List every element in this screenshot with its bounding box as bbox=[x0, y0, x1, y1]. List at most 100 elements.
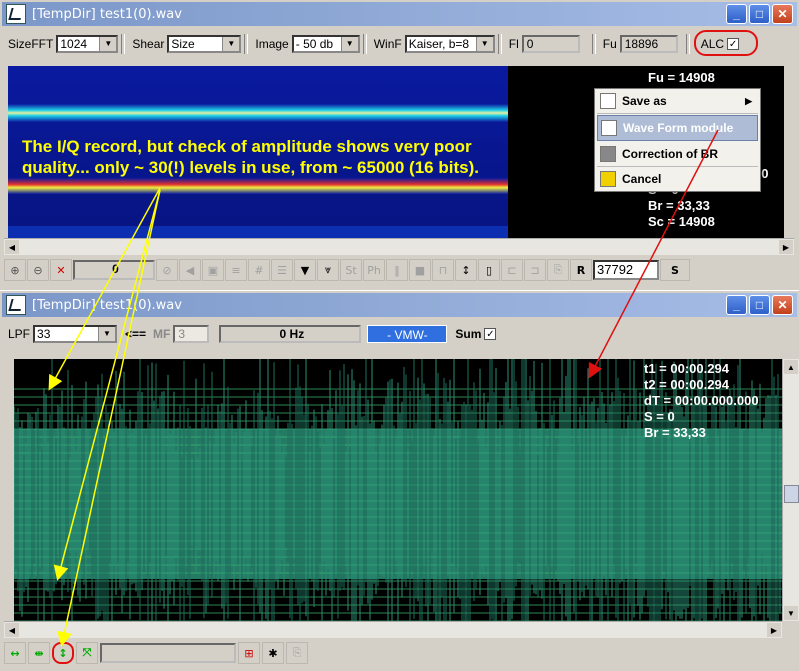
title-bar: [TempDir] test1(0).wav _ □ ✕ bbox=[2, 293, 797, 317]
context-menu: Save as ▶ Wave Form module Correction of… bbox=[594, 88, 761, 192]
chart-settings-icon[interactable]: ⊞ bbox=[238, 642, 260, 664]
scroll-right-icon[interactable]: ▶ bbox=[779, 240, 793, 254]
annotation-text: The I/Q record, but check of amplitude s… bbox=[22, 136, 479, 178]
divider bbox=[121, 34, 126, 54]
spectrum-window: [TempDir] test1(0).wav _ □ ✕ SizeFFT 102… bbox=[0, 0, 799, 284]
menu-item-correction-of-br[interactable]: Correction of BR bbox=[595, 142, 760, 166]
menu-item-cancel[interactable]: Cancel bbox=[595, 167, 760, 191]
s-button[interactable]: S bbox=[660, 259, 690, 281]
sum-checkbox[interactable]: ✓ bbox=[484, 328, 497, 340]
r-button[interactable]: R bbox=[570, 259, 592, 281]
grid-icon[interactable]: # bbox=[248, 259, 270, 281]
zoom-out-icon[interactable]: ⊖ bbox=[27, 259, 49, 281]
marker-down-icon[interactable]: ▼ bbox=[294, 259, 316, 281]
shear-value: Size bbox=[171, 37, 195, 51]
chevron-down-icon[interactable]: ▼ bbox=[475, 37, 493, 51]
steps-icon[interactable]: ⊐ bbox=[524, 259, 546, 281]
iqr-icon[interactable]: ▯ bbox=[478, 259, 500, 281]
scroll-up-icon[interactable]: ▲ bbox=[784, 360, 798, 374]
st-button[interactable]: St bbox=[340, 259, 362, 281]
fu-field[interactable]: 18896 bbox=[619, 35, 678, 53]
winf-label: WinF bbox=[373, 37, 402, 51]
zoom-in-icon[interactable]: ⊕ bbox=[4, 259, 26, 281]
image-select[interactable]: - 50 db ▼ bbox=[291, 35, 360, 53]
speaker-icon[interactable]: ◀ bbox=[179, 259, 201, 281]
vertical-scrollbar[interactable]: ▲ ▼ bbox=[782, 359, 799, 621]
scroll-right-icon[interactable]: ▶ bbox=[767, 623, 781, 637]
readout-br: Br = 33,33 bbox=[648, 198, 710, 213]
close-button[interactable]: ✕ bbox=[772, 4, 793, 24]
horizontal-scrollbar[interactable]: ◀ ▶ bbox=[4, 621, 782, 638]
comb-icon[interactable]: ‖ bbox=[386, 259, 408, 281]
minimize-button[interactable]: _ bbox=[726, 295, 747, 315]
annotation-line: The I/Q record, but check of amplitude s… bbox=[22, 137, 472, 156]
divider bbox=[362, 34, 367, 54]
compress-vertical-icon[interactable]: ⤧ bbox=[76, 642, 98, 664]
lines-icon[interactable]: ☰ bbox=[271, 259, 293, 281]
fl-field[interactable]: 0 bbox=[521, 35, 580, 53]
asterisk-icon[interactable]: ✱ bbox=[262, 642, 284, 664]
sizefft-value: 1024 bbox=[60, 37, 88, 51]
delete-icon[interactable]: ✕ bbox=[50, 259, 72, 281]
maximize-button[interactable]: □ bbox=[749, 4, 770, 24]
scroll-left-icon[interactable]: ◀ bbox=[5, 623, 19, 637]
waveform-panel[interactable]: t1 = 00:00.294 t2 = 00:00.294 dT = 00:00… bbox=[14, 359, 782, 621]
sum-label: Sum bbox=[455, 327, 482, 341]
scroll-thumb[interactable] bbox=[784, 485, 799, 503]
bracket-icon[interactable]: ⊏ bbox=[501, 259, 523, 281]
readout-t1: t1 = 00:00.294 bbox=[644, 361, 729, 376]
compress-horizontal-icon[interactable]: ⇹ bbox=[28, 642, 50, 664]
window-title: [TempDir] test1(0).wav bbox=[32, 297, 182, 313]
apply-arrow-label[interactable]: <== bbox=[125, 327, 146, 341]
expand-vertical-icon[interactable]: ↕ bbox=[52, 642, 74, 664]
scroll-left-icon[interactable]: ◀ bbox=[5, 240, 19, 254]
chevron-down-icon[interactable]: ▼ bbox=[99, 37, 117, 51]
cancel-icon bbox=[600, 171, 616, 187]
forbid-icon[interactable]: ⊘ bbox=[156, 259, 178, 281]
menu-item-wave-form-module[interactable]: Wave Form module bbox=[597, 115, 758, 141]
image-label: Image bbox=[255, 37, 289, 51]
minimize-button[interactable]: _ bbox=[726, 4, 747, 24]
close-button[interactable]: ✕ bbox=[772, 295, 793, 315]
lpf-select[interactable]: 33 ▼ bbox=[33, 325, 118, 343]
status-field bbox=[100, 643, 236, 663]
winf-select[interactable]: Kaiser, b=8 ▼ bbox=[404, 35, 495, 53]
winf-value: Kaiser, b=8 bbox=[408, 37, 470, 51]
chevron-down-icon[interactable]: ▼ bbox=[98, 327, 116, 341]
filter-icon[interactable]: ≡ bbox=[225, 259, 247, 281]
horizontal-scrollbar[interactable]: ◀ ▶ bbox=[4, 238, 794, 255]
menu-item-save-as[interactable]: Save as ▶ bbox=[595, 89, 760, 113]
chevron-down-icon[interactable]: ▼ bbox=[340, 37, 358, 51]
divider bbox=[244, 34, 249, 54]
frame-icon[interactable]: ▣ bbox=[202, 259, 224, 281]
stop-icon[interactable]: ■ bbox=[409, 259, 431, 281]
scroll-down-icon[interactable]: ▼ bbox=[784, 606, 798, 620]
save-icon bbox=[600, 93, 616, 109]
r-value-field[interactable]: 37792 bbox=[593, 260, 659, 280]
marker-multi-icon[interactable]: ⩔ bbox=[317, 259, 339, 281]
sort-icon[interactable]: ↕ bbox=[455, 259, 477, 281]
menu-item-label: Correction of BR bbox=[622, 147, 718, 161]
value-field: 0 bbox=[73, 260, 155, 280]
ph-button[interactable]: Ph bbox=[363, 259, 385, 281]
app-icon bbox=[6, 4, 26, 24]
divider bbox=[497, 34, 502, 54]
readout-t2: t2 = 00:00.294 bbox=[644, 377, 729, 392]
menu-divider bbox=[597, 113, 758, 114]
fu-label: Fu bbox=[602, 37, 617, 51]
vmw-button[interactable]: - VMW- bbox=[367, 325, 448, 343]
pulse-icon[interactable]: ⊓ bbox=[432, 259, 454, 281]
image-value: - 50 db bbox=[295, 37, 334, 51]
spectrum-iconbar: ⊕ ⊖ ✕ 0 ⊘ ◀ ▣ ≡ # ☰ ▼ ⩔ St Ph ‖ ■ ⊓ ↕ ▯ … bbox=[4, 258, 795, 282]
shear-select[interactable]: Size ▼ bbox=[167, 35, 242, 53]
export-icon[interactable]: ⎘ bbox=[547, 259, 569, 281]
readout-fu: Fu = 14908 bbox=[648, 70, 715, 85]
spectrum-toolbar: SizeFFT 1024 ▼ Shear Size ▼ Image - 50 d… bbox=[4, 31, 795, 57]
menu-item-label: Wave Form module bbox=[623, 121, 734, 135]
maximize-button[interactable]: □ bbox=[749, 295, 770, 315]
expand-horizontal-icon[interactable]: ↔ bbox=[4, 642, 26, 664]
sizefft-select[interactable]: 1024 ▼ bbox=[56, 35, 119, 53]
readout-sc: Sc = 14908 bbox=[648, 214, 715, 229]
export-icon[interactable]: ⎘ bbox=[286, 642, 308, 664]
chevron-down-icon[interactable]: ▼ bbox=[222, 37, 240, 51]
